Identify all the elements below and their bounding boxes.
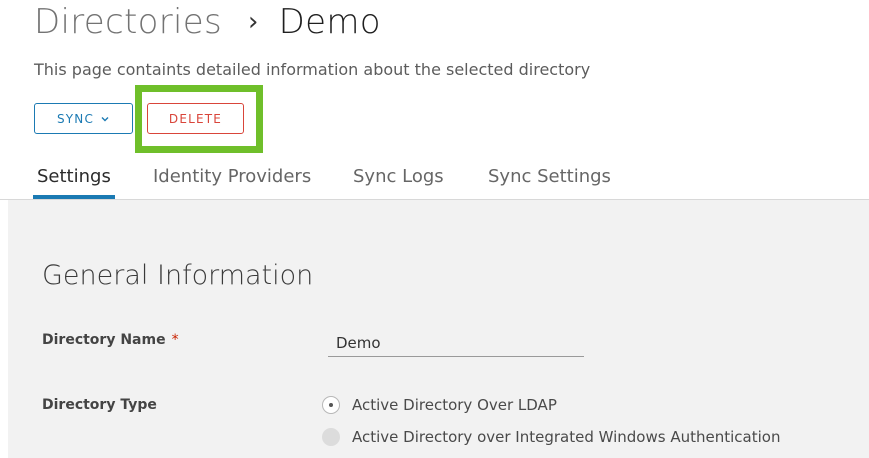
delete-highlight-box — [135, 85, 263, 153]
directory-type-option-iwa[interactable]: Active Directory over Integrated Windows… — [322, 428, 780, 446]
radio-label-ldap: Active Directory Over LDAP — [352, 396, 557, 414]
required-indicator: * — [171, 332, 179, 348]
section-title: General Information — [42, 260, 314, 291]
sync-button-label: SYNC — [56, 111, 95, 126]
directory-detail-page: Directories › Demo This page containts d… — [0, 0, 869, 458]
radio-label-iwa: Active Directory over Integrated Windows… — [352, 428, 781, 446]
breadcrumb-separator: › — [247, 7, 259, 37]
radio-button-disabled[interactable] — [322, 428, 340, 446]
active-tab-indicator — [33, 195, 115, 199]
chevron-down-icon — [101, 116, 109, 121]
sync-button[interactable]: SYNC — [34, 103, 133, 134]
directory-name-label-text: Directory Name — [42, 332, 166, 348]
breadcrumb: Directories › Demo — [34, 2, 381, 42]
directory-type-option-ldap[interactable]: Active Directory Over LDAP — [322, 396, 557, 414]
page-title: Demo — [278, 2, 381, 42]
tab-sync-logs[interactable]: Sync Logs — [353, 166, 444, 187]
radio-button-selected[interactable] — [322, 396, 340, 414]
directory-name-input[interactable] — [328, 330, 584, 357]
breadcrumb-directories-link[interactable]: Directories — [34, 2, 222, 42]
directory-name-label: Directory Name * — [42, 332, 179, 348]
settings-content-panel: General Information Directory Name * Dire… — [8, 200, 869, 458]
directory-type-label: Directory Type — [42, 397, 157, 413]
page-description: This page containts detailed information… — [34, 60, 591, 79]
tab-settings[interactable]: Settings — [37, 166, 111, 187]
tab-bar: Settings Identity Providers Sync Logs Sy… — [0, 160, 869, 200]
tab-identity-providers[interactable]: Identity Providers — [153, 166, 311, 187]
tab-sync-settings[interactable]: Sync Settings — [488, 166, 611, 187]
